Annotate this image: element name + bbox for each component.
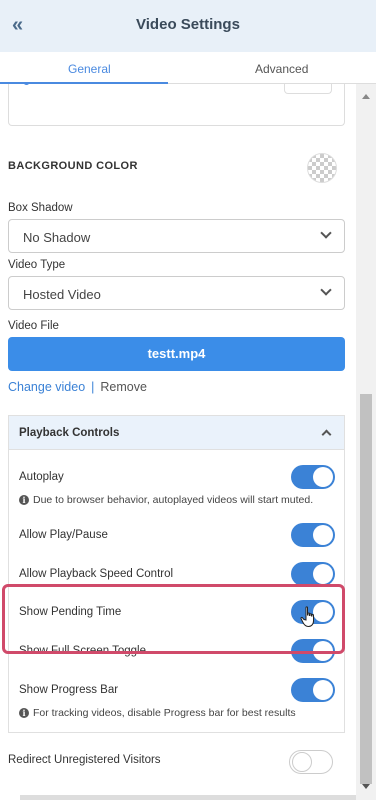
playback-controls-title: Playback Controls	[19, 427, 120, 439]
autoplay-hint-text: Due to browser behavior, autoplayed vide…	[33, 494, 314, 506]
video-file-label: Video File	[8, 320, 59, 332]
vertical-scrollbar[interactable]	[356, 84, 376, 800]
background-color-label: BACKGROUND COLOR	[8, 160, 138, 172]
allow-play-pause-label: Allow Play/Pause	[19, 529, 108, 541]
video-file-actions: Change video | Remove	[8, 380, 147, 394]
allow-play-pause-toggle[interactable]	[291, 523, 335, 547]
toggle-knob	[313, 467, 333, 487]
color-picker-swatch[interactable]	[307, 153, 337, 183]
autoplay-label: Autoplay	[19, 471, 64, 483]
toggle-knob	[313, 680, 333, 700]
playback-speed-label: Allow Playback Speed Control	[19, 568, 174, 580]
tab-general[interactable]: General	[68, 62, 111, 76]
scroll-down-arrow-icon[interactable]	[362, 784, 370, 789]
chevron-up-icon	[321, 429, 332, 440]
playback-speed-toggle[interactable]	[291, 562, 335, 586]
playback-controls-panel: Playback Controls Autoplay i Due to brows…	[8, 415, 345, 733]
hand-cursor-icon	[300, 606, 314, 628]
video-type-label: Video Type	[8, 259, 66, 271]
previous-setting-box	[8, 84, 345, 126]
video-file-button[interactable]: testt.mp4	[8, 337, 345, 371]
autoplay-hint: i Due to browser behavior, autoplayed vid…	[19, 494, 313, 506]
horizontal-scrollbar[interactable]	[20, 795, 356, 800]
progress-bar-hint: i For tracking videos, disable Progress b…	[19, 707, 296, 719]
progress-bar-hint-text: For tracking videos, disable Progress ba…	[33, 707, 296, 719]
tab-bar: General Advanced	[0, 52, 376, 84]
toggle-knob	[313, 564, 333, 584]
info-icon: i	[19, 495, 29, 506]
redirect-visitors-toggle[interactable]	[289, 750, 333, 774]
previous-input[interactable]	[284, 84, 332, 94]
toggle-knob	[292, 752, 312, 772]
box-shadow-value: No Shadow	[23, 230, 91, 245]
highlight-box	[2, 584, 345, 654]
info-icon: i	[19, 708, 29, 719]
settings-scroll-area: BACKGROUND COLOR Box Shadow No Shadow Vi…	[0, 84, 356, 800]
box-shadow-select[interactable]: No Shadow	[8, 219, 345, 253]
box-shadow-label: Box Shadow	[8, 202, 73, 214]
progress-bar-label: Show Progress Bar	[19, 684, 119, 696]
panel-header-bar: « Video Settings	[0, 0, 376, 52]
page-title: Video Settings	[136, 16, 240, 33]
change-video-link[interactable]: Change video	[8, 380, 85, 394]
scroll-thumb[interactable]	[360, 394, 372, 784]
chevron-down-icon	[320, 227, 332, 239]
video-type-value: Hosted Video	[23, 287, 101, 302]
scroll-up-arrow-icon[interactable]	[362, 94, 370, 99]
radio-icon	[23, 84, 30, 85]
video-type-select[interactable]: Hosted Video	[8, 276, 345, 310]
tab-advanced[interactable]: Advanced	[255, 62, 308, 76]
redirect-visitors-label: Redirect Unregistered Visitors	[8, 754, 161, 766]
toggle-knob	[313, 525, 333, 545]
playback-controls-header[interactable]: Playback Controls	[9, 416, 344, 450]
autoplay-toggle[interactable]	[291, 465, 335, 489]
progress-bar-toggle[interactable]	[291, 678, 335, 702]
link-separator: |	[91, 380, 95, 394]
chevron-down-icon	[320, 284, 332, 296]
remove-video-link[interactable]: Remove	[100, 380, 147, 394]
